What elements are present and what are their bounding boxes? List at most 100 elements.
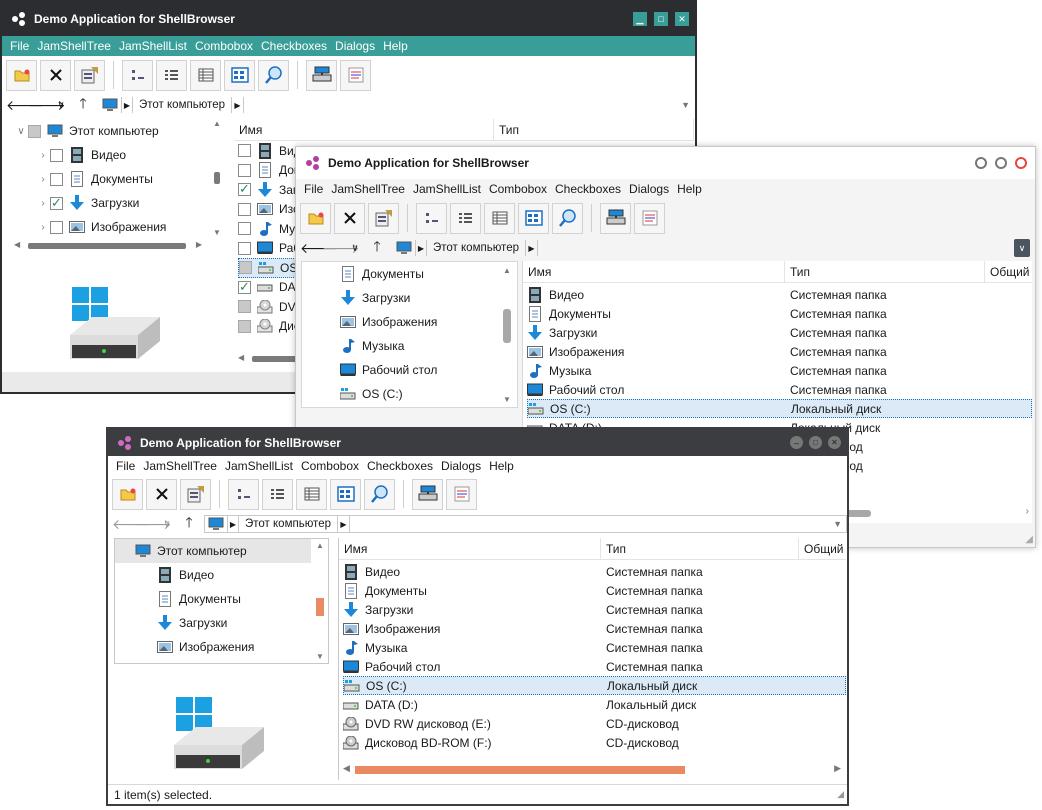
- column-header-type[interactable]: Тип: [601, 538, 799, 560]
- tree-item[interactable]: Изображения: [157, 635, 328, 659]
- delete-button[interactable]: [146, 478, 177, 510]
- history-dropdown-button[interactable]: ∨: [344, 243, 366, 254]
- minimize-button[interactable]: [975, 157, 987, 169]
- small-buttons-view-icon[interactable]: [228, 478, 259, 510]
- minimize-button[interactable]: –: [790, 436, 803, 449]
- chevron-down-icon[interactable]: ∨: [14, 126, 28, 137]
- small-buttons-view-icon[interactable]: [122, 59, 153, 91]
- tree-item[interactable]: OS (C:): [340, 382, 517, 406]
- tiles-view-button[interactable]: [330, 478, 361, 510]
- breadcrumb-arrow-2[interactable]: ▶: [526, 240, 538, 256]
- address-dropdown-button[interactable]: ∨: [1014, 239, 1030, 257]
- list-item[interactable]: Рабочий стол Системная папка: [343, 657, 846, 676]
- list-item[interactable]: Документы Системная папка: [527, 304, 1032, 323]
- forward-button[interactable]: 🡒: [134, 516, 172, 533]
- properties-button[interactable]: [74, 59, 105, 91]
- list-item[interactable]: Рабочий стол Системная папка: [527, 380, 1032, 399]
- item-checkbox[interactable]: [238, 163, 251, 177]
- tree-vscrollbar[interactable]: ▲ ▼: [211, 119, 223, 237]
- tree-checkbox[interactable]: [50, 148, 63, 162]
- tree-vscrollbar[interactable]: ▲ ▼: [314, 541, 326, 661]
- tree-item-video[interactable]: › Видео: [10, 143, 225, 167]
- breadcrumb-arrow-2[interactable]: ▶: [338, 516, 350, 532]
- close-button[interactable]: [1015, 157, 1027, 169]
- title-bar[interactable]: Demo Application for ShellBrowser ▁ □ ✕: [2, 2, 695, 36]
- list-view-button[interactable]: [156, 59, 187, 91]
- up-button[interactable]: 🡑: [178, 512, 200, 536]
- details-view-button[interactable]: [190, 59, 221, 91]
- list-item[interactable]: Загрузки Системная папка: [343, 600, 846, 619]
- close-button[interactable]: ✕: [675, 12, 689, 26]
- delete-button[interactable]: [40, 59, 71, 91]
- tree-item-root[interactable]: ∨ Этот компьютер: [10, 119, 225, 143]
- map-drive-button[interactable]: [412, 478, 443, 510]
- item-checkbox[interactable]: [238, 181, 251, 197]
- delete-button[interactable]: [334, 202, 365, 234]
- menu-file[interactable]: File: [6, 39, 33, 53]
- title-bar[interactable]: Demo Application for ShellBrowser: [296, 147, 1035, 179]
- details-view-button[interactable]: [484, 202, 515, 234]
- tree-item[interactable]: Загрузки: [340, 286, 517, 310]
- new-folder-button[interactable]: [6, 59, 37, 91]
- tree-hscrollbar[interactable]: ◀ ▶: [14, 240, 202, 252]
- menu-jamshelllist[interactable]: JamShellList: [221, 459, 297, 473]
- address-dropdown-icon[interactable]: ▼: [681, 100, 690, 110]
- tree-checkbox[interactable]: [50, 172, 63, 186]
- tree-item[interactable]: Видео: [157, 563, 328, 587]
- chevron-right-icon[interactable]: ›: [36, 174, 50, 185]
- menu-file[interactable]: File: [112, 459, 139, 473]
- menu-combobox[interactable]: Combobox: [297, 459, 363, 473]
- close-button[interactable]: ✕: [828, 436, 841, 449]
- item-checkbox[interactable]: [238, 222, 251, 236]
- tree-item-pictures[interactable]: › Изображения: [10, 215, 225, 239]
- tiles-view-button[interactable]: [518, 202, 549, 234]
- list-item[interactable]: OS (C:) Локальный диск: [343, 676, 846, 695]
- list-item[interactable]: Загрузки Системная папка: [527, 323, 1032, 342]
- item-checkbox[interactable]: [239, 261, 252, 275]
- map-drive-button[interactable]: [306, 59, 337, 91]
- menu-dialogs[interactable]: Dialogs: [625, 182, 673, 196]
- new-folder-button[interactable]: [112, 478, 143, 510]
- tiles-view-button[interactable]: [224, 59, 255, 91]
- menu-jamshelltree[interactable]: JamShellTree: [327, 182, 409, 196]
- column-header-name[interactable]: Имя: [234, 119, 494, 141]
- search-button[interactable]: [258, 59, 289, 91]
- tree-item[interactable]: Документы: [157, 587, 328, 611]
- resize-grip-icon[interactable]: ◢: [837, 789, 844, 800]
- list-item[interactable]: DVD RW дисковод (E:) CD-дисковод: [343, 714, 846, 733]
- menu-jamshelltree[interactable]: JamShellTree: [139, 459, 221, 473]
- properties-button[interactable]: [368, 202, 399, 234]
- menu-combobox[interactable]: Combobox: [485, 182, 551, 196]
- menu-help[interactable]: Help: [485, 459, 518, 473]
- breadcrumb[interactable]: ▶ Этот компьютер ▶ ▼: [98, 96, 695, 114]
- column-header-name[interactable]: Имя: [339, 538, 601, 560]
- list-item[interactable]: Видео Системная папка: [527, 285, 1032, 304]
- column-header-name[interactable]: Имя: [523, 261, 785, 283]
- breadcrumb-segment[interactable]: Этот компьютер: [427, 240, 526, 256]
- chevron-right-icon[interactable]: ›: [36, 150, 50, 161]
- tree-item[interactable]: Документы: [340, 262, 517, 286]
- column-header-type[interactable]: Тип: [785, 261, 985, 283]
- menu-jamshelllist[interactable]: JamShellList: [115, 39, 191, 53]
- maximize-button[interactable]: □: [654, 12, 668, 26]
- up-button[interactable]: 🡑: [72, 93, 94, 117]
- list-view-button[interactable]: [262, 478, 293, 510]
- menu-file[interactable]: File: [300, 182, 327, 196]
- tree-checkbox[interactable]: [50, 195, 63, 211]
- resize-grip-icon[interactable]: ◢: [1025, 534, 1033, 545]
- menu-dialogs[interactable]: Dialogs: [331, 39, 379, 53]
- maximize-button[interactable]: □: [809, 436, 822, 449]
- breadcrumb-arrow[interactable]: ▶: [227, 516, 239, 532]
- list-item[interactable]: Музыка Системная папка: [343, 638, 846, 657]
- history-dropdown-button[interactable]: ∨: [156, 519, 178, 530]
- chevron-right-icon[interactable]: ›: [36, 222, 50, 233]
- list-item[interactable]: Изображения Системная папка: [343, 619, 846, 638]
- history-dropdown-button[interactable]: ∨: [50, 100, 72, 111]
- menu-combobox[interactable]: Combobox: [191, 39, 257, 53]
- properties-button[interactable]: [180, 478, 211, 510]
- menu-help[interactable]: Help: [673, 182, 706, 196]
- breadcrumb-arrow[interactable]: ▶: [121, 97, 133, 113]
- list-hscrollbar[interactable]: ◀: [238, 353, 298, 365]
- item-checkbox[interactable]: [238, 300, 251, 314]
- breadcrumb-segment[interactable]: Этот компьютер: [133, 97, 232, 113]
